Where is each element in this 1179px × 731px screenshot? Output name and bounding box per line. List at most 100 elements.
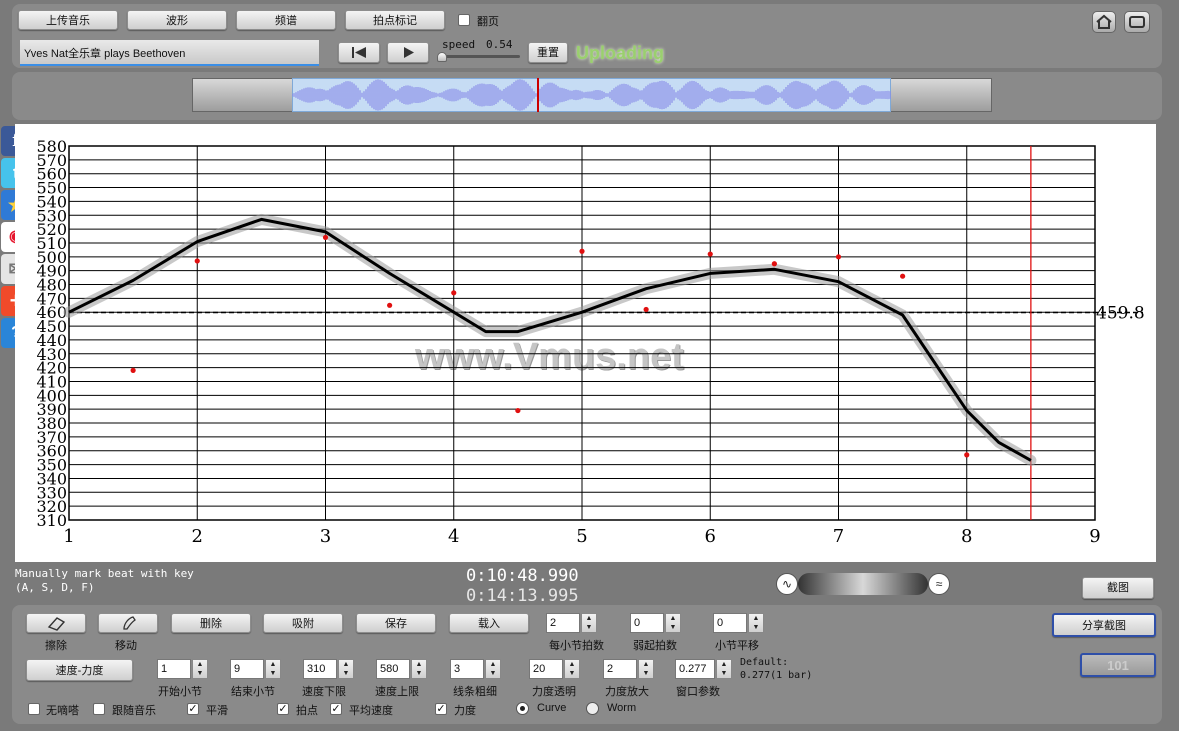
bar-shift-stepper[interactable]: 0 ▲ ▼ [713,613,765,633]
attach-button[interactable]: 吸附 [263,613,343,633]
spectrum-button[interactable]: 频谱 [236,10,336,30]
volume-slider[interactable]: ∿ ≈ [776,571,952,599]
wave-out-icon: ≈ [928,573,950,595]
start-bar-stepper[interactable]: 1 ▲ ▼ [157,659,209,679]
x-tick-label: 9 [1089,526,1100,547]
screenshot-button[interactable]: 截图 [1082,577,1154,599]
beat-point [707,251,713,257]
dyn-scale-stepper[interactable]: 2 ▲ ▼ [603,659,655,679]
track-title-field[interactable]: Yves Nat全乐章 plays Beethoven [20,40,319,66]
share-screenshot-button[interactable]: 分享截图 [1052,613,1156,637]
pickup-beats-arrows[interactable]: ▲ ▼ [665,613,681,633]
window-param-value[interactable]: 0.277 [675,659,715,679]
fullscreen-icon[interactable] [1124,11,1150,33]
move-label: 移动 [115,640,137,652]
end-bar-value[interactable]: 9 [230,659,264,679]
playhead-marker[interactable] [537,78,539,112]
beats-checkbox[interactable]: ✓ [277,703,289,715]
window-param-stepper[interactable]: 0.277 ▲ ▼ [675,659,733,679]
pickup-beats-value[interactable]: 0 [630,613,664,633]
wave-in-icon: ∿ [776,573,798,595]
save-button[interactable]: 保存 [356,613,436,633]
beat-point [451,290,457,296]
line-width-stepper[interactable]: 3 ▲ ▼ [450,659,502,679]
dynamics-checkbox[interactable]: ✓ [435,703,447,715]
window-param-arrows[interactable]: ▲ ▼ [716,659,732,679]
beat-mark-button[interactable]: 拍点标记 [345,10,445,30]
speed-slider-thumb[interactable] [437,52,447,62]
x-tick-label: 1 [63,526,74,547]
beat-point [643,306,649,313]
beat-point [515,407,521,414]
line-width-value[interactable]: 3 [450,659,484,679]
beats-per-bar-arrows[interactable]: ▲ ▼ [581,613,597,633]
worm-label: Worm [607,702,637,714]
waveform-trace [292,79,891,111]
volume-track[interactable] [798,573,928,595]
pickup-beats-label: 弱起拍数 [633,640,677,652]
home-icon[interactable] [1092,11,1116,33]
beat-point [835,254,842,260]
reset-speed-button[interactable]: 重置 [528,42,568,63]
tempo-max-label: 速度上限 [375,686,419,698]
bar-shift-arrows[interactable]: ▲ ▼ [748,613,764,633]
worm-radio[interactable] [586,702,599,715]
beat-point [900,273,906,279]
dyn-opacity-value[interactable]: 20 [529,659,563,679]
default-line-1: Default: [740,657,789,668]
end-bar-stepper[interactable]: 9 ▲ ▼ [230,659,282,679]
waveform-button[interactable]: 波形 [127,10,227,30]
erase-label: 擦除 [45,640,67,652]
upload-status: Uploading [576,43,664,63]
pickup-beats-stepper[interactable]: 0 ▲ ▼ [630,613,682,633]
follow-music-checkbox[interactable] [93,703,105,715]
vmus-logo-button[interactable]: 101 [1080,653,1156,677]
erase-button[interactable] [26,613,86,633]
tempo-max-stepper[interactable]: 580 ▲ ▼ [376,659,428,679]
beats-per-bar-value[interactable]: 2 [546,613,580,633]
bar-shift-value[interactable]: 0 [713,613,747,633]
tempo-min-arrows[interactable]: ▲ ▼ [338,659,354,679]
start-bar-arrows[interactable]: ▲ ▼ [192,659,208,679]
tempo-dynamics-button[interactable]: 速度-力度 [26,659,133,681]
pageflip-label: 翻页 [477,16,499,28]
dyn-opacity-stepper[interactable]: 20 ▲ ▼ [529,659,581,679]
dyn-opacity-arrows[interactable]: ▲ ▼ [564,659,580,679]
load-button[interactable]: 载入 [449,613,529,633]
hint-line-2: (A, S, D, F) [15,581,95,594]
start-bar-value[interactable]: 1 [157,659,191,679]
end-bar-arrows[interactable]: ▲ ▼ [265,659,281,679]
metronome-checkbox[interactable] [28,703,40,715]
x-tick-label: 5 [576,526,587,547]
dyn-scale-value[interactable]: 2 [603,659,637,679]
x-tick-label: 8 [961,526,972,547]
tempo-chart[interactable]: 3103203303403503603703803904004104204304… [15,124,1156,562]
avg-tempo-checkbox[interactable]: ✓ [330,703,342,715]
curve-radio[interactable] [516,702,529,715]
speed-slider-track[interactable] [442,55,520,58]
tempo-min-stepper[interactable]: 310 ▲ ▼ [303,659,355,679]
skip-back-button[interactable] [338,42,380,63]
play-button[interactable] [387,42,429,63]
average-tempo-label: 459.8 [1096,303,1145,323]
tempo-max-value[interactable]: 580 [376,659,410,679]
move-button[interactable] [98,613,158,633]
pageflip-checkbox[interactable] [458,14,470,26]
line-width-arrows[interactable]: ▲ ▼ [485,659,501,679]
waveform [292,79,891,111]
upload-music-button[interactable]: 上传音乐 [18,10,118,30]
smooth-label: 平滑 [206,705,228,717]
dyn-scale-arrows[interactable]: ▲ ▼ [638,659,654,679]
speed-value: 0.54 [486,38,513,51]
tempo-min-value[interactable]: 310 [303,659,337,679]
smooth-checkbox[interactable]: ✓ [187,703,199,715]
delete-button[interactable]: 删除 [171,613,251,633]
beats-per-bar-stepper[interactable]: 2 ▲ ▼ [546,613,598,633]
beats-label: 拍点 [296,705,318,717]
tempo-max-arrows[interactable]: ▲ ▼ [411,659,427,679]
dyn-opacity-label: 力度透明 [532,686,576,698]
x-tick-label: 3 [320,526,331,547]
window-param-label: 窗口参数 [676,686,720,698]
start-bar-label: 开始小节 [158,686,202,698]
avg-tempo-label: 平均速度 [349,705,393,717]
